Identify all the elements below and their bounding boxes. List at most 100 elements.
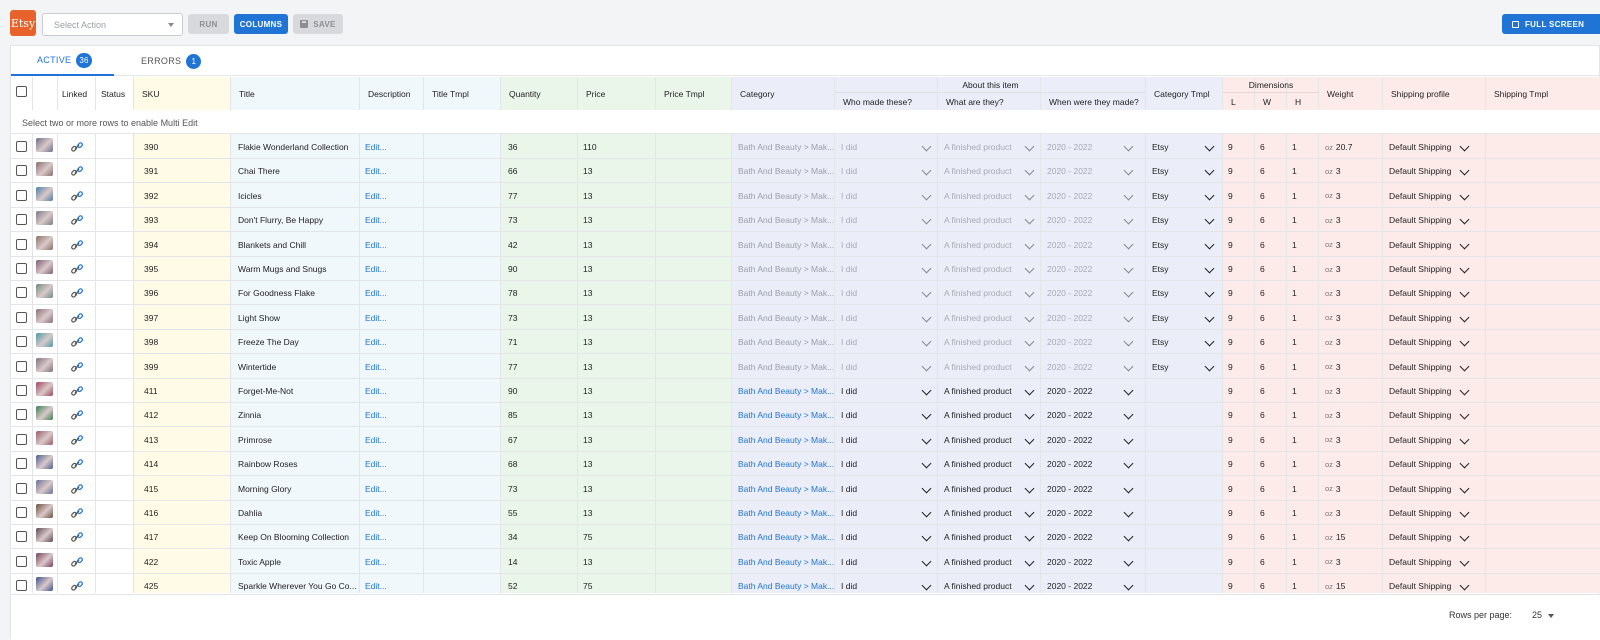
quantity-cell[interactable]: 77 <box>503 184 578 208</box>
title-cell[interactable]: Zinnia <box>233 403 360 427</box>
weight-cell[interactable]: oz 3 <box>1320 501 1383 525</box>
shipping-profile-select[interactable]: Default Shipping <box>1384 452 1484 476</box>
description-edit-link[interactable]: Edit... <box>360 281 424 305</box>
title-cell[interactable]: For Goodness Flake <box>233 281 360 305</box>
header-status[interactable]: Status <box>96 77 134 110</box>
title-cell[interactable]: Flakie Wonderland Collection <box>233 135 360 159</box>
category-tmpl-select[interactable]: Etsy <box>1147 159 1223 183</box>
weight-cell[interactable]: oz 3 <box>1320 233 1383 257</box>
price-cell[interactable]: 13 <box>578 477 656 501</box>
header-category[interactable]: Category <box>732 77 835 110</box>
dim-w-cell[interactable]: 6 <box>1255 550 1287 574</box>
dim-w-cell[interactable]: 6 <box>1255 428 1287 452</box>
what-are-they-select[interactable]: A finished product <box>939 184 1040 208</box>
link-icon[interactable] <box>70 506 84 520</box>
dim-l-cell[interactable]: 9 <box>1223 159 1255 183</box>
category-tmpl-select[interactable]: Etsy <box>1147 208 1223 232</box>
quantity-cell[interactable]: 14 <box>503 550 578 574</box>
dim-l-cell[interactable]: 9 <box>1223 403 1255 427</box>
shipping-profile-select[interactable]: Default Shipping <box>1384 159 1484 183</box>
table-row[interactable]: 390 Flakie Wonderland Collection Edit...… <box>11 135 1600 159</box>
dim-w-cell[interactable]: 6 <box>1255 184 1287 208</box>
sku-cell[interactable]: 390 <box>139 135 231 159</box>
table-row[interactable]: 411 Forget-Me-Not Edit... 90 13 Bath And… <box>11 379 1600 403</box>
weight-cell[interactable]: oz 15 <box>1320 525 1383 549</box>
weight-cell[interactable]: oz 3 <box>1320 208 1383 232</box>
dim-l-cell[interactable]: 9 <box>1223 208 1255 232</box>
dim-w-cell[interactable]: 6 <box>1255 208 1287 232</box>
quantity-cell[interactable]: 52 <box>503 574 578 593</box>
when-made-select[interactable]: 2020 - 2022 <box>1042 428 1145 452</box>
row-checkbox[interactable] <box>16 409 27 421</box>
who-made-select[interactable]: I did <box>836 355 937 379</box>
dim-h-cell[interactable]: 1 <box>1287 525 1319 549</box>
caret-down-icon[interactable] <box>1548 614 1554 618</box>
tab-active[interactable]: ACTIVE 36 <box>11 46 114 76</box>
dim-l-cell[interactable]: 9 <box>1223 379 1255 403</box>
row-checkbox[interactable] <box>16 458 27 470</box>
shipping-profile-select[interactable]: Default Shipping <box>1384 330 1484 354</box>
dim-h-cell[interactable]: 1 <box>1287 452 1319 476</box>
price-cell[interactable]: 13 <box>578 281 656 305</box>
who-made-select[interactable]: I did <box>836 208 937 232</box>
shipping-profile-select[interactable]: Default Shipping <box>1384 281 1484 305</box>
weight-cell[interactable]: oz 3 <box>1320 306 1383 330</box>
price-cell[interactable]: 13 <box>578 428 656 452</box>
link-icon[interactable] <box>70 482 84 496</box>
link-icon[interactable] <box>70 164 84 178</box>
description-edit-link[interactable]: Edit... <box>360 159 424 183</box>
what-are-they-select[interactable]: A finished product <box>939 403 1040 427</box>
sku-cell[interactable]: 398 <box>139 330 231 354</box>
link-icon[interactable] <box>70 384 84 398</box>
dim-h-cell[interactable]: 1 <box>1287 403 1319 427</box>
table-row[interactable]: 397 Light Show Edit... 73 13 Bath And Be… <box>11 306 1600 330</box>
row-checkbox[interactable] <box>16 360 27 372</box>
dim-w-cell[interactable]: 6 <box>1255 330 1287 354</box>
weight-cell[interactable]: oz 3 <box>1320 184 1383 208</box>
when-made-select[interactable]: 2020 - 2022 <box>1042 159 1145 183</box>
link-icon[interactable] <box>70 579 84 593</box>
tab-errors[interactable]: ERRORS 1 <box>141 46 202 76</box>
title-cell[interactable]: Forget-Me-Not <box>233 379 360 403</box>
dim-h-cell[interactable]: 1 <box>1287 257 1319 281</box>
description-edit-link[interactable]: Edit... <box>360 355 424 379</box>
weight-cell[interactable]: oz 3 <box>1320 330 1383 354</box>
sku-cell[interactable]: 414 <box>139 452 231 476</box>
price-cell[interactable]: 110 <box>578 135 656 159</box>
dim-l-cell[interactable]: 9 <box>1223 135 1255 159</box>
dim-h-cell[interactable]: 1 <box>1287 330 1319 354</box>
when-made-select[interactable]: 2020 - 2022 <box>1042 281 1145 305</box>
dim-w-cell[interactable]: 6 <box>1255 135 1287 159</box>
when-made-select[interactable]: 2020 - 2022 <box>1042 306 1145 330</box>
title-cell[interactable]: Light Show <box>233 306 360 330</box>
header-title[interactable]: Title <box>231 77 360 110</box>
header-what-are-they[interactable]: What are they? <box>938 93 1041 110</box>
header-shipping-profile[interactable]: Shipping profile <box>1383 77 1486 110</box>
dim-w-cell[interactable]: 6 <box>1255 281 1287 305</box>
price-cell[interactable]: 13 <box>578 257 656 281</box>
weight-cell[interactable]: oz 3 <box>1320 477 1383 501</box>
description-edit-link[interactable]: Edit... <box>360 257 424 281</box>
sku-cell[interactable]: 392 <box>139 184 231 208</box>
row-checkbox[interactable] <box>16 141 27 152</box>
category-cell[interactable]: Bath And Beauty > Mak... <box>733 452 834 476</box>
who-made-select[interactable]: I did <box>836 501 937 525</box>
price-cell[interactable]: 13 <box>578 184 656 208</box>
title-cell[interactable]: Freeze The Day <box>233 330 360 354</box>
weight-cell[interactable]: oz 20.7 <box>1320 135 1383 159</box>
quantity-cell[interactable]: 71 <box>503 330 578 354</box>
description-edit-link[interactable]: Edit... <box>360 403 424 427</box>
what-are-they-select[interactable]: A finished product <box>939 159 1040 183</box>
price-cell[interactable]: 13 <box>578 355 656 379</box>
quantity-cell[interactable]: 85 <box>503 403 578 427</box>
link-icon[interactable] <box>70 530 84 544</box>
who-made-select[interactable]: I did <box>836 135 937 159</box>
dim-h-cell[interactable]: 1 <box>1287 477 1319 501</box>
category-cell[interactable]: Bath And Beauty > Mak... <box>733 355 834 379</box>
sku-cell[interactable]: 395 <box>139 257 231 281</box>
dim-h-cell[interactable]: 1 <box>1287 501 1319 525</box>
dim-l-cell[interactable]: 9 <box>1223 501 1255 525</box>
sku-cell[interactable]: 412 <box>139 403 231 427</box>
who-made-select[interactable]: I did <box>836 550 937 574</box>
quantity-cell[interactable]: 78 <box>503 281 578 305</box>
